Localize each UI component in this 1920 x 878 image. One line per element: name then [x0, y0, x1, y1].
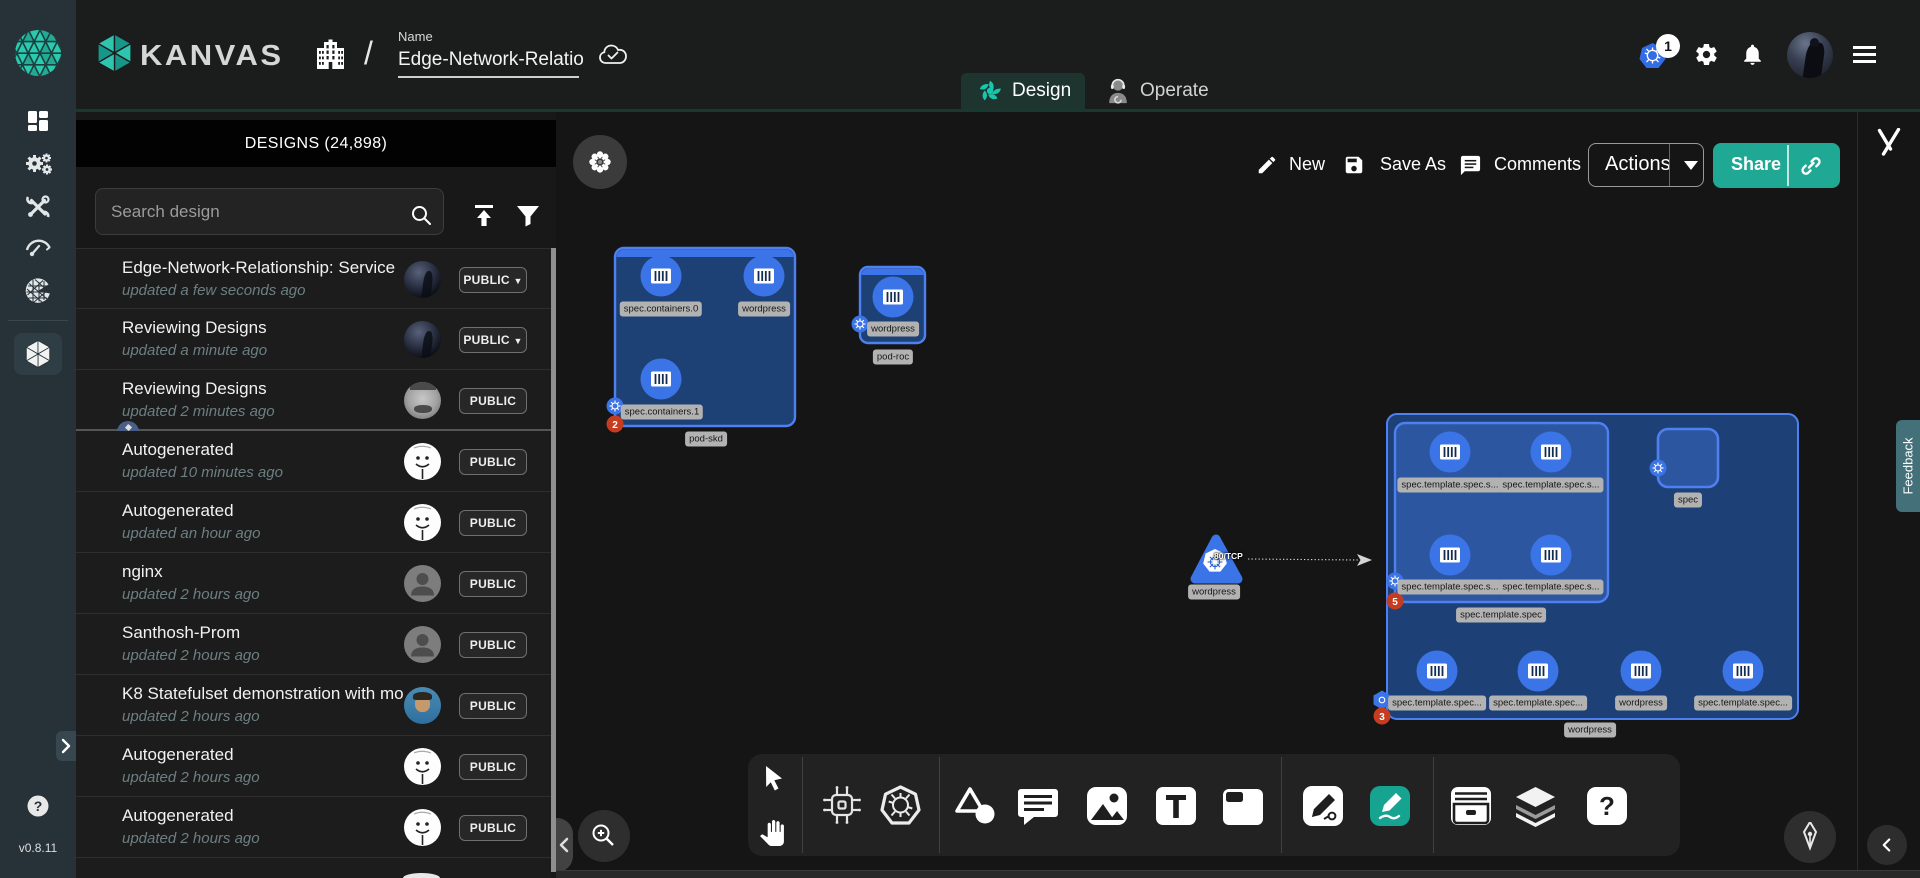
svg-text:?: ?: [1599, 791, 1615, 821]
svg-text:3: 3: [1379, 712, 1385, 723]
svg-text:?: ?: [34, 798, 43, 814]
svg-text:5: 5: [1392, 597, 1398, 608]
svg-text:2: 2: [612, 420, 618, 431]
